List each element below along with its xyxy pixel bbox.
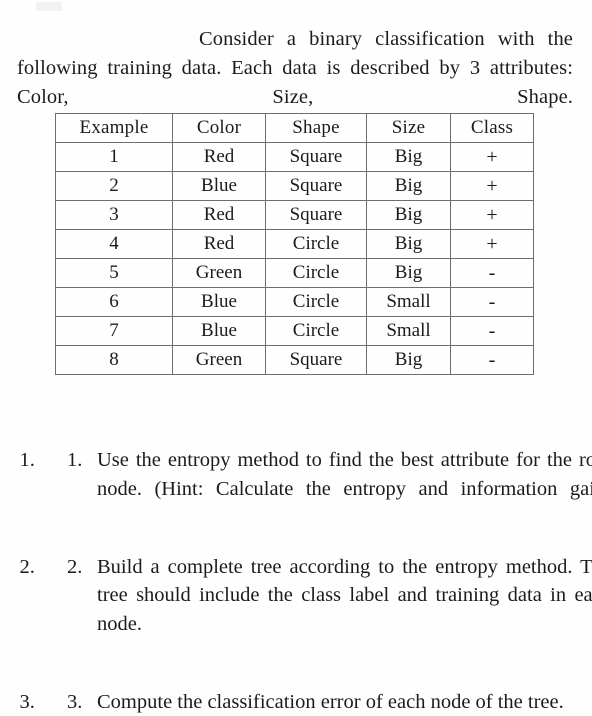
table-row: 1 Red Square Big + xyxy=(56,143,534,172)
questions-list: 1. Use the entropy method to find the be… xyxy=(0,446,592,716)
list-item: 3. Compute the classification error of e… xyxy=(40,688,592,716)
table-row: 5 Green Circle Big - xyxy=(56,259,534,288)
cell-color: Green xyxy=(173,259,266,288)
table-row: 4 Red Circle Big + xyxy=(56,230,534,259)
list-item-text: Build a complete tree according to the e… xyxy=(97,556,592,664)
cell-class: - xyxy=(451,288,534,317)
cell-color: Red xyxy=(173,143,266,172)
table-body: 1 Red Square Big + 2 Blue Square Big + 3… xyxy=(56,143,534,375)
cell-class: - xyxy=(451,346,534,375)
cell-class: - xyxy=(451,317,534,346)
list-item-number: 3. xyxy=(67,688,93,716)
table-row: 6 Blue Circle Small - xyxy=(56,288,534,317)
table-row: 7 Blue Circle Small - xyxy=(56,317,534,346)
list-item-number: 1. xyxy=(67,446,93,475)
column-header-example: Example xyxy=(56,114,173,143)
cell-example: 6 xyxy=(56,288,173,317)
cell-size: Small xyxy=(367,317,451,346)
cell-color: Green xyxy=(173,346,266,375)
cell-shape: Circle xyxy=(266,317,367,346)
training-data-table-container: Example Color Shape Size Class 1 Red Squ… xyxy=(55,113,533,375)
cell-class: + xyxy=(451,172,534,201)
cell-class: - xyxy=(451,259,534,288)
cell-example: 2 xyxy=(56,172,173,201)
scan-artifact xyxy=(36,2,62,11)
cell-color: Blue xyxy=(173,317,266,346)
cell-size: Small xyxy=(367,288,451,317)
cell-size: Big xyxy=(367,172,451,201)
cell-size: Big xyxy=(367,201,451,230)
table-row: 2 Blue Square Big + xyxy=(56,172,534,201)
cell-example: 3 xyxy=(56,201,173,230)
column-header-color: Color xyxy=(173,114,266,143)
cell-shape: Square xyxy=(266,346,367,375)
table-row: 8 Green Square Big - xyxy=(56,346,534,375)
cell-class: + xyxy=(451,230,534,259)
cell-shape: Circle xyxy=(266,230,367,259)
list-item-text: Compute the classification error of each… xyxy=(97,691,564,713)
column-header-size: Size xyxy=(367,114,451,143)
cell-class: + xyxy=(451,201,534,230)
cell-color: Blue xyxy=(173,288,266,317)
cell-class: + xyxy=(451,143,534,172)
list-item-text: Use the entropy method to find the best … xyxy=(97,449,592,528)
cell-example: 4 xyxy=(56,230,173,259)
cell-example: 1 xyxy=(56,143,173,172)
column-header-class: Class xyxy=(451,114,534,143)
cell-shape: Square xyxy=(266,143,367,172)
training-data-table: Example Color Shape Size Class 1 Red Squ… xyxy=(55,113,534,375)
cell-color: Red xyxy=(173,201,266,230)
column-header-shape: Shape xyxy=(266,114,367,143)
cell-example: 5 xyxy=(56,259,173,288)
list-item: 2. Build a complete tree according to th… xyxy=(40,553,592,667)
table-row: 3 Red Square Big + xyxy=(56,201,534,230)
cell-shape: Square xyxy=(266,172,367,201)
cell-shape: Circle xyxy=(266,259,367,288)
table-header-row: Example Color Shape Size Class xyxy=(56,114,534,143)
list-item-number: 2. xyxy=(67,553,93,582)
cell-size: Big xyxy=(367,230,451,259)
cell-shape: Circle xyxy=(266,288,367,317)
list-item: 1. Use the entropy method to find the be… xyxy=(40,446,592,532)
cell-size: Big xyxy=(367,259,451,288)
cell-color: Blue xyxy=(173,172,266,201)
cell-size: Big xyxy=(367,143,451,172)
cell-example: 8 xyxy=(56,346,173,375)
cell-shape: Square xyxy=(266,201,367,230)
cell-color: Red xyxy=(173,230,266,259)
cell-example: 7 xyxy=(56,317,173,346)
cell-size: Big xyxy=(367,346,451,375)
